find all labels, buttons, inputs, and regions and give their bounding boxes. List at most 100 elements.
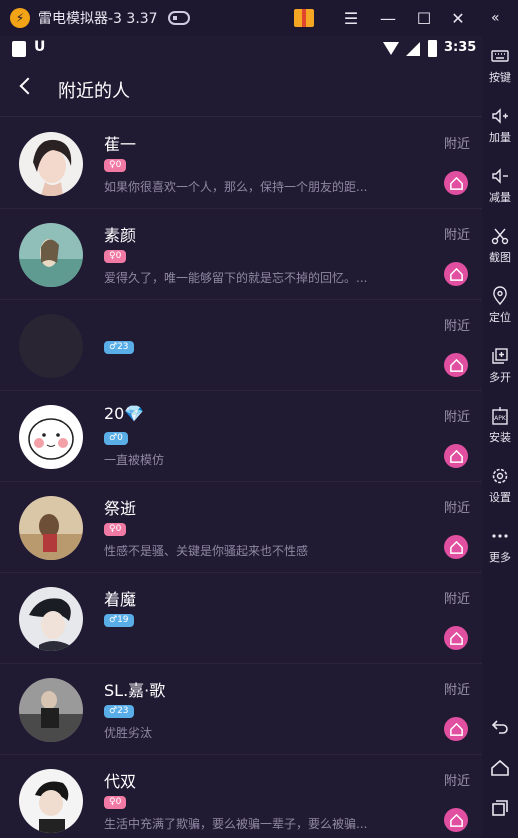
gender-age-badge: ♀0 <box>104 250 127 263</box>
list-item[interactable]: 20💎 ♂0 一直被模仿 附近 <box>0 391 482 482</box>
svg-text:APK: APK <box>494 415 507 422</box>
sidebar-item-label: 截图 <box>489 251 511 264</box>
minimize-icon[interactable]: — <box>378 8 398 28</box>
user-name: 20💎 <box>104 404 145 423</box>
list-item[interactable]: 代双 ♀0 生活中充满了欺骗，要么被骗一辈子，要么被骗... 附近 <box>0 755 482 838</box>
sidebar-item-volume-up[interactable]: 加量 <box>482 106 518 145</box>
volume-up-icon <box>490 106 510 126</box>
list-item[interactable]: 祭逝 ♀0 性感不是骚、关键是你骚起来也不性感 附近 <box>0 482 482 573</box>
scissors-icon <box>490 226 510 246</box>
maximize-icon[interactable]: ☐ <box>414 8 434 28</box>
list-item[interactable]: 素颜 ♀0 爱得久了，唯一能够留下的就是忘不掉的回忆。... 附近 <box>0 209 482 300</box>
gender-age-badge: ♀0 <box>104 159 127 172</box>
gender-age-badge: ♀0 <box>104 796 127 809</box>
distance-label: 附近 <box>443 501 470 516</box>
multi-open-icon <box>490 346 510 366</box>
home-icon[interactable] <box>444 353 468 377</box>
gender-age-badge: ♂19 <box>104 614 134 627</box>
avatar[interactable] <box>19 314 83 378</box>
collapse-sidebar-icon[interactable]: « <box>491 10 500 26</box>
avatar[interactable] <box>19 678 83 742</box>
gender-age-badge: ♂23 <box>104 341 134 354</box>
list-item[interactable]: SL.嘉·歌 ♂23 优胜劣汰 附近 <box>0 664 482 755</box>
user-bio: 爱得久了，唯一能够留下的就是忘不掉的回忆。... <box>104 271 368 285</box>
menu-icon[interactable]: ☰ <box>341 8 361 28</box>
distance-label: 附近 <box>443 410 470 425</box>
sidebar-item-multi-open[interactable]: 多开 <box>482 346 518 385</box>
sidebar-item-settings[interactable]: 设置 <box>482 466 518 505</box>
android-home-button[interactable] <box>482 758 518 781</box>
sidebar-item-location[interactable]: 定位 <box>482 286 518 325</box>
window-title: 雷电模拟器-3 3.37 <box>38 11 158 27</box>
avatar[interactable] <box>19 496 83 560</box>
user-bio: 性感不是骚、关键是你骚起来也不性感 <box>104 544 309 558</box>
signal-icon <box>406 42 420 56</box>
more-icon <box>490 526 510 546</box>
back-arrow-icon[interactable] <box>19 77 37 95</box>
gift-icon[interactable] <box>294 9 314 27</box>
sidebar-item-label: 多开 <box>489 371 511 384</box>
keyboard-icon <box>490 46 510 66</box>
user-name: 代双 <box>104 772 137 791</box>
back-icon <box>490 716 510 736</box>
sidebar-item-more[interactable]: 更多 <box>482 526 518 565</box>
sidebar-item-label: 设置 <box>489 491 511 504</box>
home-icon[interactable] <box>444 808 468 832</box>
sidebar-item-label: 按键 <box>489 71 511 84</box>
avatar[interactable] <box>19 587 83 651</box>
distance-label: 附近 <box>443 774 470 789</box>
emulator-titlebar: ⚡ 雷电模拟器-3 3.37 ☰ — ☐ ✕ <box>0 0 518 36</box>
home-icon[interactable] <box>444 444 468 468</box>
sidebar-item-label: 安装 <box>489 431 511 444</box>
sidebar-item-label: 更多 <box>489 551 511 564</box>
home-icon[interactable] <box>444 535 468 559</box>
avatar[interactable] <box>19 405 83 469</box>
user-bio: 如果你很喜欢一个人，那么，保持一个朋友的距... <box>104 180 368 194</box>
user-name: SL.嘉·歌 <box>104 681 166 700</box>
nearby-user-list: 萑一 ♀0 如果你很喜欢一个人，那么，保持一个朋友的距... 附近 素颜 ♀0 … <box>0 118 482 838</box>
sidebar-item-label: 定位 <box>489 311 511 324</box>
user-name: 素颜 <box>104 226 137 245</box>
android-recents-button[interactable] <box>482 798 518 821</box>
apk-install-icon: APK <box>490 406 510 426</box>
app-notification-icon: U <box>34 39 46 55</box>
gamepad-icon[interactable] <box>167 11 190 25</box>
user-name: 着魔 <box>104 590 137 609</box>
user-name: 萑一 <box>104 135 137 154</box>
user-bio: 优胜劣汰 <box>104 726 153 740</box>
list-item[interactable]: 着魔 ♂19 附近 <box>0 573 482 664</box>
gender-age-badge: ♀0 <box>104 523 127 536</box>
home-outline-icon <box>490 758 510 778</box>
sidebar-item-label: 加量 <box>489 131 511 144</box>
status-time: 3:35 <box>444 40 477 55</box>
android-back-button[interactable] <box>482 716 518 739</box>
home-icon[interactable] <box>444 262 468 286</box>
wifi-icon <box>383 42 399 55</box>
user-bio: 一直被模仿 <box>104 453 165 467</box>
sidebar-item-install[interactable]: APK 安装 <box>482 406 518 445</box>
location-pin-icon <box>490 286 510 306</box>
avatar[interactable] <box>19 769 83 833</box>
emulator-sidebar: « 按键 加量 减量 截图 定位 多开 APK 安装 设置 更多 <box>482 0 518 838</box>
app-logo-icon: ⚡ <box>10 8 30 28</box>
avatar[interactable] <box>19 223 83 287</box>
avatar[interactable] <box>19 132 83 196</box>
home-icon[interactable] <box>444 626 468 650</box>
home-icon[interactable] <box>444 171 468 195</box>
home-icon[interactable] <box>444 717 468 741</box>
sidebar-item-screenshot[interactable]: 截图 <box>482 226 518 265</box>
list-item[interactable]: 萑一 ♀0 如果你很喜欢一个人，那么，保持一个朋友的距... 附近 <box>0 118 482 209</box>
sidebar-item-keys[interactable]: 按键 <box>482 46 518 85</box>
close-icon[interactable]: ✕ <box>448 8 468 28</box>
sidebar-item-volume-down[interactable]: 减量 <box>482 166 518 205</box>
sidebar-item-label: 减量 <box>489 191 511 204</box>
gender-age-badge: ♂23 <box>104 705 134 718</box>
status-bar: U 3:35 <box>0 36 482 62</box>
gear-icon <box>490 466 510 486</box>
recent-apps-icon <box>490 798 510 818</box>
emulator-window: ⚡ 雷电模拟器-3 3.37 ☰ — ☐ ✕ U 3:35 附近的人 萑一 ♀0… <box>0 0 518 838</box>
list-item[interactable]: ♂23 附近 <box>0 300 482 391</box>
user-bio: 生活中充满了欺骗，要么被骗一辈子，要么被骗... <box>104 817 368 831</box>
app-header: 附近的人 <box>0 62 482 117</box>
distance-label: 附近 <box>443 319 470 334</box>
